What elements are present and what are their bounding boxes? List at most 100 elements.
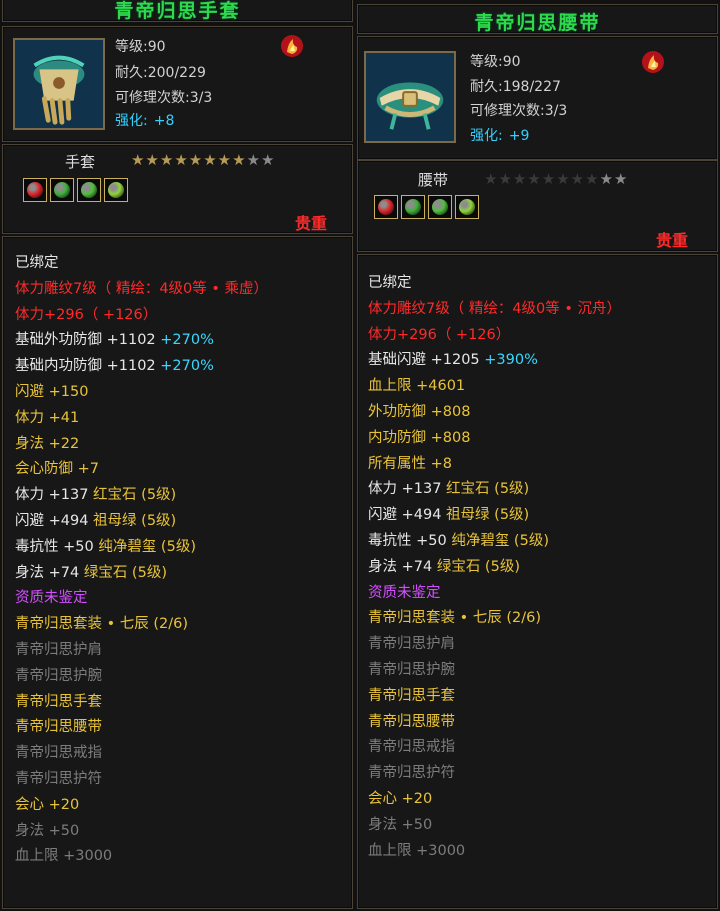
attribute-line: 青帝归思护符 bbox=[368, 761, 621, 787]
attribute-text: +270% bbox=[160, 332, 214, 349]
attribute-line: 体力雕纹7级（ 精绘：4级0等 • 乘虚） bbox=[15, 277, 268, 303]
attribute-line: 青帝归思手套 bbox=[368, 684, 621, 710]
flame-badge-icon bbox=[642, 51, 664, 73]
attribute-text: 青帝归思套装 • 七辰 (2/6) bbox=[368, 610, 542, 627]
level-stat: 等级:90 bbox=[115, 39, 166, 55]
attribute-text: 体力+296（ +126） bbox=[368, 326, 511, 343]
star-rating: ★★★★★★★★★★ bbox=[131, 151, 276, 169]
attribute-text: 已绑定 bbox=[15, 255, 59, 271]
attribute-text: 已绑定 bbox=[368, 275, 412, 291]
attribute-line: 体力+296（ +126） bbox=[15, 303, 268, 329]
gem-slot-peridot[interactable] bbox=[104, 178, 128, 202]
attribute-line: 体力 +41 bbox=[15, 406, 268, 432]
attribute-text: 青帝归思套装 • 七辰 (2/6) bbox=[15, 616, 189, 633]
attribute-line: 会心 +20 bbox=[368, 787, 621, 813]
attribute-text: 毒抗性 +50 bbox=[15, 538, 99, 555]
attribute-text: 血上限 +3000 bbox=[15, 848, 113, 865]
belt-icon bbox=[366, 53, 454, 141]
gloves-icon bbox=[15, 40, 103, 128]
attribute-text: +270% bbox=[160, 358, 214, 375]
gem-slot-ruby[interactable] bbox=[23, 178, 47, 202]
attribute-line: 所有属性 +8 bbox=[368, 452, 621, 478]
attribute-text: 体力雕纹7级（ 精绘：4级0等 • 沉舟） bbox=[368, 300, 622, 317]
attribute-line: 毒抗性 +50 纯净碧玺 (5级) bbox=[15, 535, 268, 561]
attribute-text: 会心 +20 bbox=[15, 796, 80, 813]
attribute-text: 青帝归思腰带 bbox=[368, 713, 455, 730]
attribute-line: 闪避 +494 祖母绿 (5级) bbox=[15, 509, 268, 535]
attribute-line: 身法 +22 bbox=[15, 432, 268, 458]
gem-slots bbox=[374, 195, 479, 219]
gem-slot-emerald[interactable] bbox=[401, 195, 425, 219]
enhance-stat: 强化: +8 bbox=[115, 113, 175, 129]
attribute-line: 青帝归思护符 bbox=[15, 767, 268, 793]
gem-slot-ruby[interactable] bbox=[374, 195, 398, 219]
attribute-line: 身法 +74 绿宝石 (5级) bbox=[368, 555, 621, 581]
attributes-box: 已绑定体力雕纹7级（ 精绘：4级0等 • 沉舟） 体力+296（ +126） 基础闪… bbox=[357, 254, 718, 909]
gem-slot-tourmaline[interactable] bbox=[428, 195, 452, 219]
attribute-text: 闪避 +150 bbox=[15, 383, 89, 400]
attribute-text: 纯净碧玺 (5级) bbox=[451, 532, 549, 549]
attribute-text: 绿宝石 (5级) bbox=[83, 564, 167, 581]
attribute-text: 会心 +20 bbox=[368, 790, 433, 807]
item-title: 青帝归思腰带 bbox=[474, 12, 601, 34]
gem-slot-emerald[interactable] bbox=[50, 178, 74, 202]
attribute-line: 已绑定 bbox=[15, 251, 268, 277]
attribute-text: 青帝归思护肩 bbox=[15, 641, 102, 658]
attribute-line: 血上限 +3000 bbox=[15, 844, 268, 870]
attribute-text: 青帝归思护符 bbox=[15, 770, 102, 787]
attribute-line: 闪避 +494 祖母绿 (5级) bbox=[368, 503, 621, 529]
attribute-text: 体力 +137 bbox=[368, 481, 447, 498]
attribute-line: 基础闪避 +1205 +390% bbox=[368, 348, 621, 374]
attribute-text: 外功防御 +808 bbox=[368, 403, 471, 420]
attribute-line: 外功防御 +808 bbox=[368, 400, 621, 426]
attribute-line: 青帝归思套装 • 七辰 (2/6) bbox=[368, 606, 621, 632]
attribute-text: 身法 +50 bbox=[368, 816, 433, 833]
attribute-text: 青帝归思戒指 bbox=[368, 739, 455, 756]
gem-slots bbox=[23, 178, 128, 202]
attribute-line: 体力+296（ +126） bbox=[368, 323, 621, 349]
attribute-text: 身法 +50 bbox=[15, 822, 80, 839]
type-box: 腰带 ★★★★★★★★★★ 贵重 bbox=[357, 160, 718, 252]
gem-slot-tourmaline[interactable] bbox=[77, 178, 101, 202]
attribute-text: 青帝归思腰带 bbox=[15, 719, 102, 736]
attribute-list: 已绑定体力雕纹7级（ 精绘：4级0等 • 沉舟） 体力+296（ +126） 基础闪… bbox=[368, 271, 621, 864]
attribute-line: 青帝归思戒指 bbox=[15, 741, 268, 767]
attribute-text: 资质未鉴定 bbox=[368, 584, 441, 601]
attribute-text: 祖母绿 (5级) bbox=[446, 507, 530, 524]
item-icon[interactable] bbox=[364, 51, 456, 143]
attribute-text: 体力雕纹7级（ 精绘：4级0等 • 乘虚） bbox=[15, 280, 269, 297]
attribute-line: 身法 +50 bbox=[368, 813, 621, 839]
attribute-list: 已绑定 体力雕纹7级（ 精绘：4级0等 • 乘虚） 体力+296（ +126） 基础外… bbox=[15, 251, 268, 870]
attribute-text: 会心防御 +7 bbox=[15, 461, 99, 478]
attribute-text: 青帝归思护腕 bbox=[368, 661, 455, 678]
attribute-line: 体力 +137 红宝石 (5级) bbox=[368, 477, 621, 503]
attribute-line: 资质未鉴定 bbox=[15, 586, 268, 612]
title-bar: 青帝归思手套 bbox=[2, 0, 353, 22]
attribute-text: 身法 +74 bbox=[368, 558, 437, 575]
attribute-text: 内功防御 +808 bbox=[368, 429, 471, 446]
attribute-text: 祖母绿 (5级) bbox=[93, 512, 177, 529]
item-type: 手套 bbox=[65, 153, 96, 171]
item-icon[interactable] bbox=[13, 38, 105, 130]
enhance-stat: 强化: +9 bbox=[470, 128, 530, 144]
attribute-text: 基础内功防御 +1102 bbox=[15, 358, 161, 375]
header-box: 等级:90 耐久:200/229 可修理次数:3/3 强化: +8 bbox=[2, 26, 353, 142]
attribute-text: 青帝归思手套 bbox=[15, 693, 102, 710]
attribute-line: 身法 +50 bbox=[15, 819, 268, 845]
level-stat: 等级:90 bbox=[470, 54, 521, 70]
attribute-line: 闪避 +150 bbox=[15, 380, 268, 406]
attribute-line: 青帝归思护肩 bbox=[368, 632, 621, 658]
attribute-line: 青帝归思腰带 bbox=[15, 715, 268, 741]
attributes-box: 已绑定 体力雕纹7级（ 精绘：4级0等 • 乘虚） 体力+296（ +126） 基础外… bbox=[2, 236, 353, 909]
attribute-text: 绿宝石 (5级) bbox=[436, 558, 520, 575]
attribute-text: 红宝石 (5级) bbox=[93, 487, 177, 504]
attribute-line: 资质未鉴定 bbox=[368, 581, 621, 607]
rarity-label: 贵重 bbox=[295, 214, 328, 233]
gem-slot-peridot[interactable] bbox=[455, 195, 479, 219]
attribute-text: 闪避 +494 bbox=[15, 512, 94, 529]
attribute-line: 青帝归思护腕 bbox=[368, 658, 621, 684]
attribute-text: 血上限 +4601 bbox=[368, 378, 466, 395]
attribute-line: 基础内功防御 +1102 +270% bbox=[15, 354, 268, 380]
attribute-text: 红宝石 (5级) bbox=[446, 481, 530, 498]
attribute-line: 青帝归思戒指 bbox=[368, 735, 621, 761]
